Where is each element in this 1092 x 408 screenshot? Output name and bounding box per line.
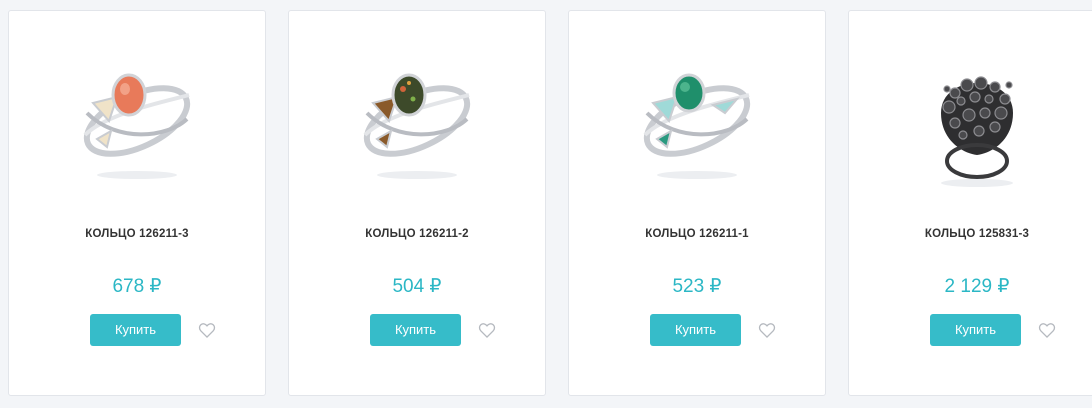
product-name[interactable]: КОЛЬЦО 126211-3	[9, 228, 265, 240]
product-image[interactable]	[9, 23, 265, 213]
heart-outline-icon[interactable]	[1037, 320, 1057, 340]
product-card[interactable]: КОЛЬЦО 126211-1 523 ₽ Купить	[568, 10, 826, 396]
ring-image-icon	[83, 73, 191, 179]
buy-button[interactable]: Купить	[930, 314, 1021, 346]
product-name[interactable]: КОЛЬЦО 126211-2	[289, 228, 545, 240]
heart-outline-icon[interactable]	[197, 320, 217, 340]
ring-image-icon	[643, 73, 751, 179]
product-card[interactable]: КОЛЬЦО 125831-3 2 129 ₽ Купить	[848, 10, 1092, 396]
product-image[interactable]	[289, 23, 545, 213]
ring-image-icon	[363, 73, 471, 179]
buy-button[interactable]: Купить	[370, 314, 461, 346]
heart-outline-icon[interactable]	[477, 320, 497, 340]
product-image[interactable]	[569, 23, 825, 213]
product-card[interactable]: КОЛЬЦО 126211-2 504 ₽ Купить	[288, 10, 546, 396]
product-price: 523 ₽	[672, 276, 722, 297]
product-price: 2 129 ₽	[944, 276, 1010, 297]
product-card[interactable]: КОЛЬЦО 126211-3 678 ₽ Купить	[8, 10, 266, 396]
buy-button[interactable]: Купить	[650, 314, 741, 346]
heart-outline-icon[interactable]	[757, 320, 777, 340]
product-price: 504 ₽	[392, 276, 442, 297]
product-price: 678 ₽	[112, 276, 162, 297]
ring-image-icon	[941, 76, 1013, 187]
product-name[interactable]: КОЛЬЦО 125831-3	[849, 228, 1092, 240]
product-name[interactable]: КОЛЬЦО 126211-1	[569, 228, 825, 240]
buy-button[interactable]: Купить	[90, 314, 181, 346]
product-image[interactable]	[849, 23, 1092, 213]
